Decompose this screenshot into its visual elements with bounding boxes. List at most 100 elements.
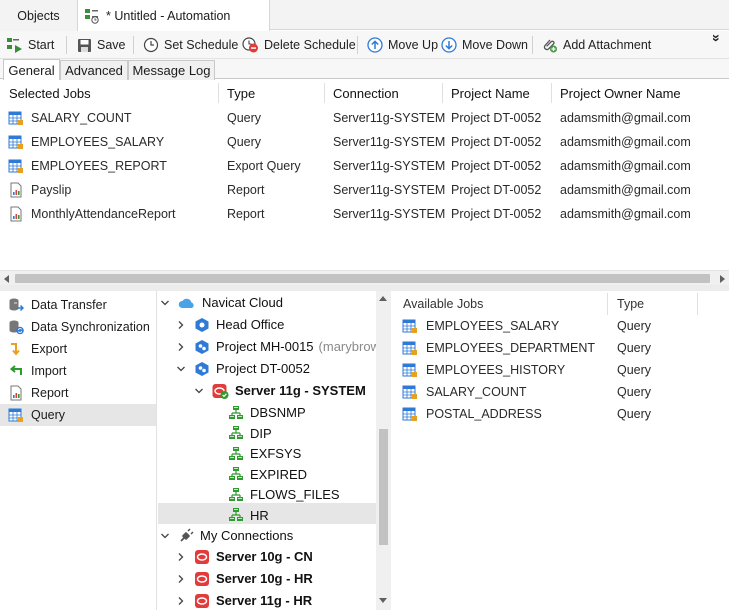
toolbar-overflow-button[interactable]: »	[709, 34, 725, 42]
column-header-project-owner[interactable]: Project Owner Name	[560, 83, 681, 103]
schema-icon	[229, 508, 243, 521]
column-header-type[interactable]: Type	[227, 83, 255, 103]
job-type: Query	[227, 111, 262, 125]
scroll-left-icon[interactable]	[4, 275, 9, 283]
tree-node-navicat-cloud[interactable]: Navicat Cloud	[161, 292, 283, 313]
move-up-button[interactable]: Move Up	[367, 35, 438, 55]
query-icon	[402, 385, 417, 399]
job-project-owner: adamsmith@gmail.com	[560, 183, 691, 197]
table-row[interactable]: POSTAL_ADDRESS Query	[396, 403, 729, 425]
tree-node-label: EXPIRED	[250, 466, 308, 482]
column-header-selected-jobs[interactable]: Selected Jobs	[9, 83, 91, 103]
job-type-export[interactable]: Export	[0, 338, 156, 360]
tree-node-server-11g-system[interactable]: Server 11g - SYSTEM	[195, 380, 366, 401]
available-job-name: EMPLOYEES_DEPARTMENT	[426, 341, 596, 355]
column-header-type[interactable]: Type	[617, 293, 644, 315]
table-row[interactable]: MonthlyAttendanceReport Report Server11g-S…	[0, 202, 729, 226]
document-tab-strip: Objects * Untitled - Automation	[0, 0, 729, 31]
column-divider[interactable]	[324, 83, 325, 103]
tab-message-log[interactable]: Message Log	[128, 60, 215, 80]
expand-chevron-icon[interactable]	[161, 530, 174, 542]
move-down-label: Move Down	[462, 38, 528, 52]
tab-objects[interactable]: Objects	[0, 0, 78, 31]
collapsed-chevron-icon[interactable]	[178, 551, 190, 563]
tree-node-project-dt-0052[interactable]: Project DT-0052	[177, 358, 310, 379]
table-row[interactable]: EMPLOYEES_SALARY Query	[396, 315, 729, 337]
column-divider[interactable]	[442, 83, 443, 103]
column-divider[interactable]	[607, 293, 608, 315]
add-attachment-button[interactable]: Add Attachment	[541, 35, 651, 55]
tree-node-connection[interactable]: Server 10g - HR	[178, 568, 313, 589]
job-type-data-synchronization[interactable]: Data Synchronization	[0, 316, 156, 338]
job-type-report[interactable]: Report	[0, 382, 156, 404]
move-down-button[interactable]: Move Down	[441, 35, 528, 55]
import-icon	[9, 365, 22, 375]
collapsed-chevron-icon[interactable]	[178, 595, 190, 607]
tree-node-schema[interactable]: DIP	[228, 423, 272, 444]
job-type-query[interactable]: Query	[0, 404, 156, 426]
clock-icon	[143, 37, 159, 53]
tree-node-head-office[interactable]: Head Office	[178, 314, 284, 335]
start-button[interactable]: Start	[6, 35, 54, 55]
plug-icon	[180, 527, 194, 542]
tree-node-schema[interactable]: DBSNMP	[228, 402, 306, 423]
expand-chevron-icon[interactable]	[195, 385, 208, 397]
job-icon-wrap	[8, 134, 24, 150]
delete-schedule-button[interactable]: Delete Schedule	[242, 35, 356, 55]
job-type-data-transfer[interactable]: Data Transfer	[0, 294, 156, 316]
column-divider[interactable]	[551, 83, 552, 103]
table-row[interactable]: Payslip Report Server11g-SYSTEM Project DT-…	[0, 178, 729, 202]
expand-chevron-icon[interactable]	[161, 297, 174, 309]
table-row[interactable]: EMPLOYEES_DEPARTMENT Query	[396, 337, 729, 359]
tree-node-connection[interactable]: Server 11g - HR	[178, 590, 312, 610]
scroll-right-icon[interactable]	[720, 275, 725, 283]
collapsed-chevron-icon[interactable]	[178, 341, 190, 353]
expand-chevron-icon[interactable]	[177, 363, 190, 375]
table-row[interactable]: SALARY_COUNT Query Server11g-SYSTEM Project…	[0, 106, 729, 130]
tree-node-label: DBSNMP	[250, 405, 306, 420]
schema-icon	[229, 467, 243, 480]
horizontal-scrollbar[interactable]	[0, 270, 729, 285]
save-button[interactable]: Save	[77, 35, 126, 55]
job-icon-wrap	[8, 182, 24, 198]
report-icon	[10, 206, 22, 222]
job-type-label: Import	[31, 364, 67, 378]
table-row[interactable]: EMPLOYEES_HISTORY Query	[396, 359, 729, 381]
column-divider[interactable]	[697, 293, 698, 315]
delete-schedule-label: Delete Schedule	[264, 38, 356, 52]
column-header-available-jobs[interactable]: Available Jobs	[403, 293, 483, 315]
scrollbar-thumb[interactable]	[379, 429, 388, 545]
tab-automation[interactable]: * Untitled - Automation	[78, 0, 270, 31]
available-jobs-table: Available Jobs Type EMPLOYEES_SALARY Quer…	[396, 291, 729, 610]
set-schedule-button[interactable]: Set Schedule	[143, 35, 238, 55]
tab-objects-label: Objects	[17, 8, 60, 23]
tree-node-schema[interactable]: EXPIRED	[228, 464, 307, 485]
column-header-connection[interactable]: Connection	[333, 83, 399, 103]
job-icon-wrap	[8, 206, 24, 222]
tree-node-schema[interactable]: EXFSYS	[228, 443, 301, 464]
tab-general[interactable]: General	[3, 59, 60, 80]
table-row[interactable]: SALARY_COUNT Query	[396, 381, 729, 403]
tree-node-my-connections[interactable]: My Connections	[161, 525, 293, 546]
tree-node-schema[interactable]: FLOWS_FILES	[228, 484, 340, 505]
collapsed-chevron-icon[interactable]	[178, 319, 190, 331]
tree-node-connection[interactable]: Server 10g - CN	[178, 546, 313, 567]
set-schedule-label: Set Schedule	[164, 38, 239, 52]
table-row[interactable]: EMPLOYEES_REPORT Export Query Server11g-SY…	[0, 154, 729, 178]
scroll-down-icon[interactable]	[379, 598, 387, 603]
job-type-import[interactable]: Import	[0, 360, 156, 382]
tree-vertical-scrollbar[interactable]	[376, 291, 391, 610]
job-name: EMPLOYEES_REPORT	[31, 159, 167, 173]
cloud-icon	[178, 298, 194, 308]
tree-node-project-mh-0015[interactable]: Project MH-0015 (marybrown	[178, 336, 387, 357]
collapsed-chevron-icon[interactable]	[178, 573, 190, 585]
scroll-up-icon[interactable]	[379, 296, 387, 301]
table-row[interactable]: EMPLOYEES_SALARY Query Server11g-SYSTEM Pro…	[0, 130, 729, 154]
schema-icon	[229, 405, 243, 419]
column-header-project-name[interactable]: Project Name	[451, 83, 530, 103]
tree-node-schema[interactable]: HR	[228, 505, 269, 526]
tab-advanced[interactable]: Advanced	[60, 60, 128, 80]
scrollbar-thumb[interactable]	[15, 274, 710, 283]
column-divider[interactable]	[218, 83, 219, 103]
tree-node-label: Navicat Cloud	[202, 295, 283, 310]
